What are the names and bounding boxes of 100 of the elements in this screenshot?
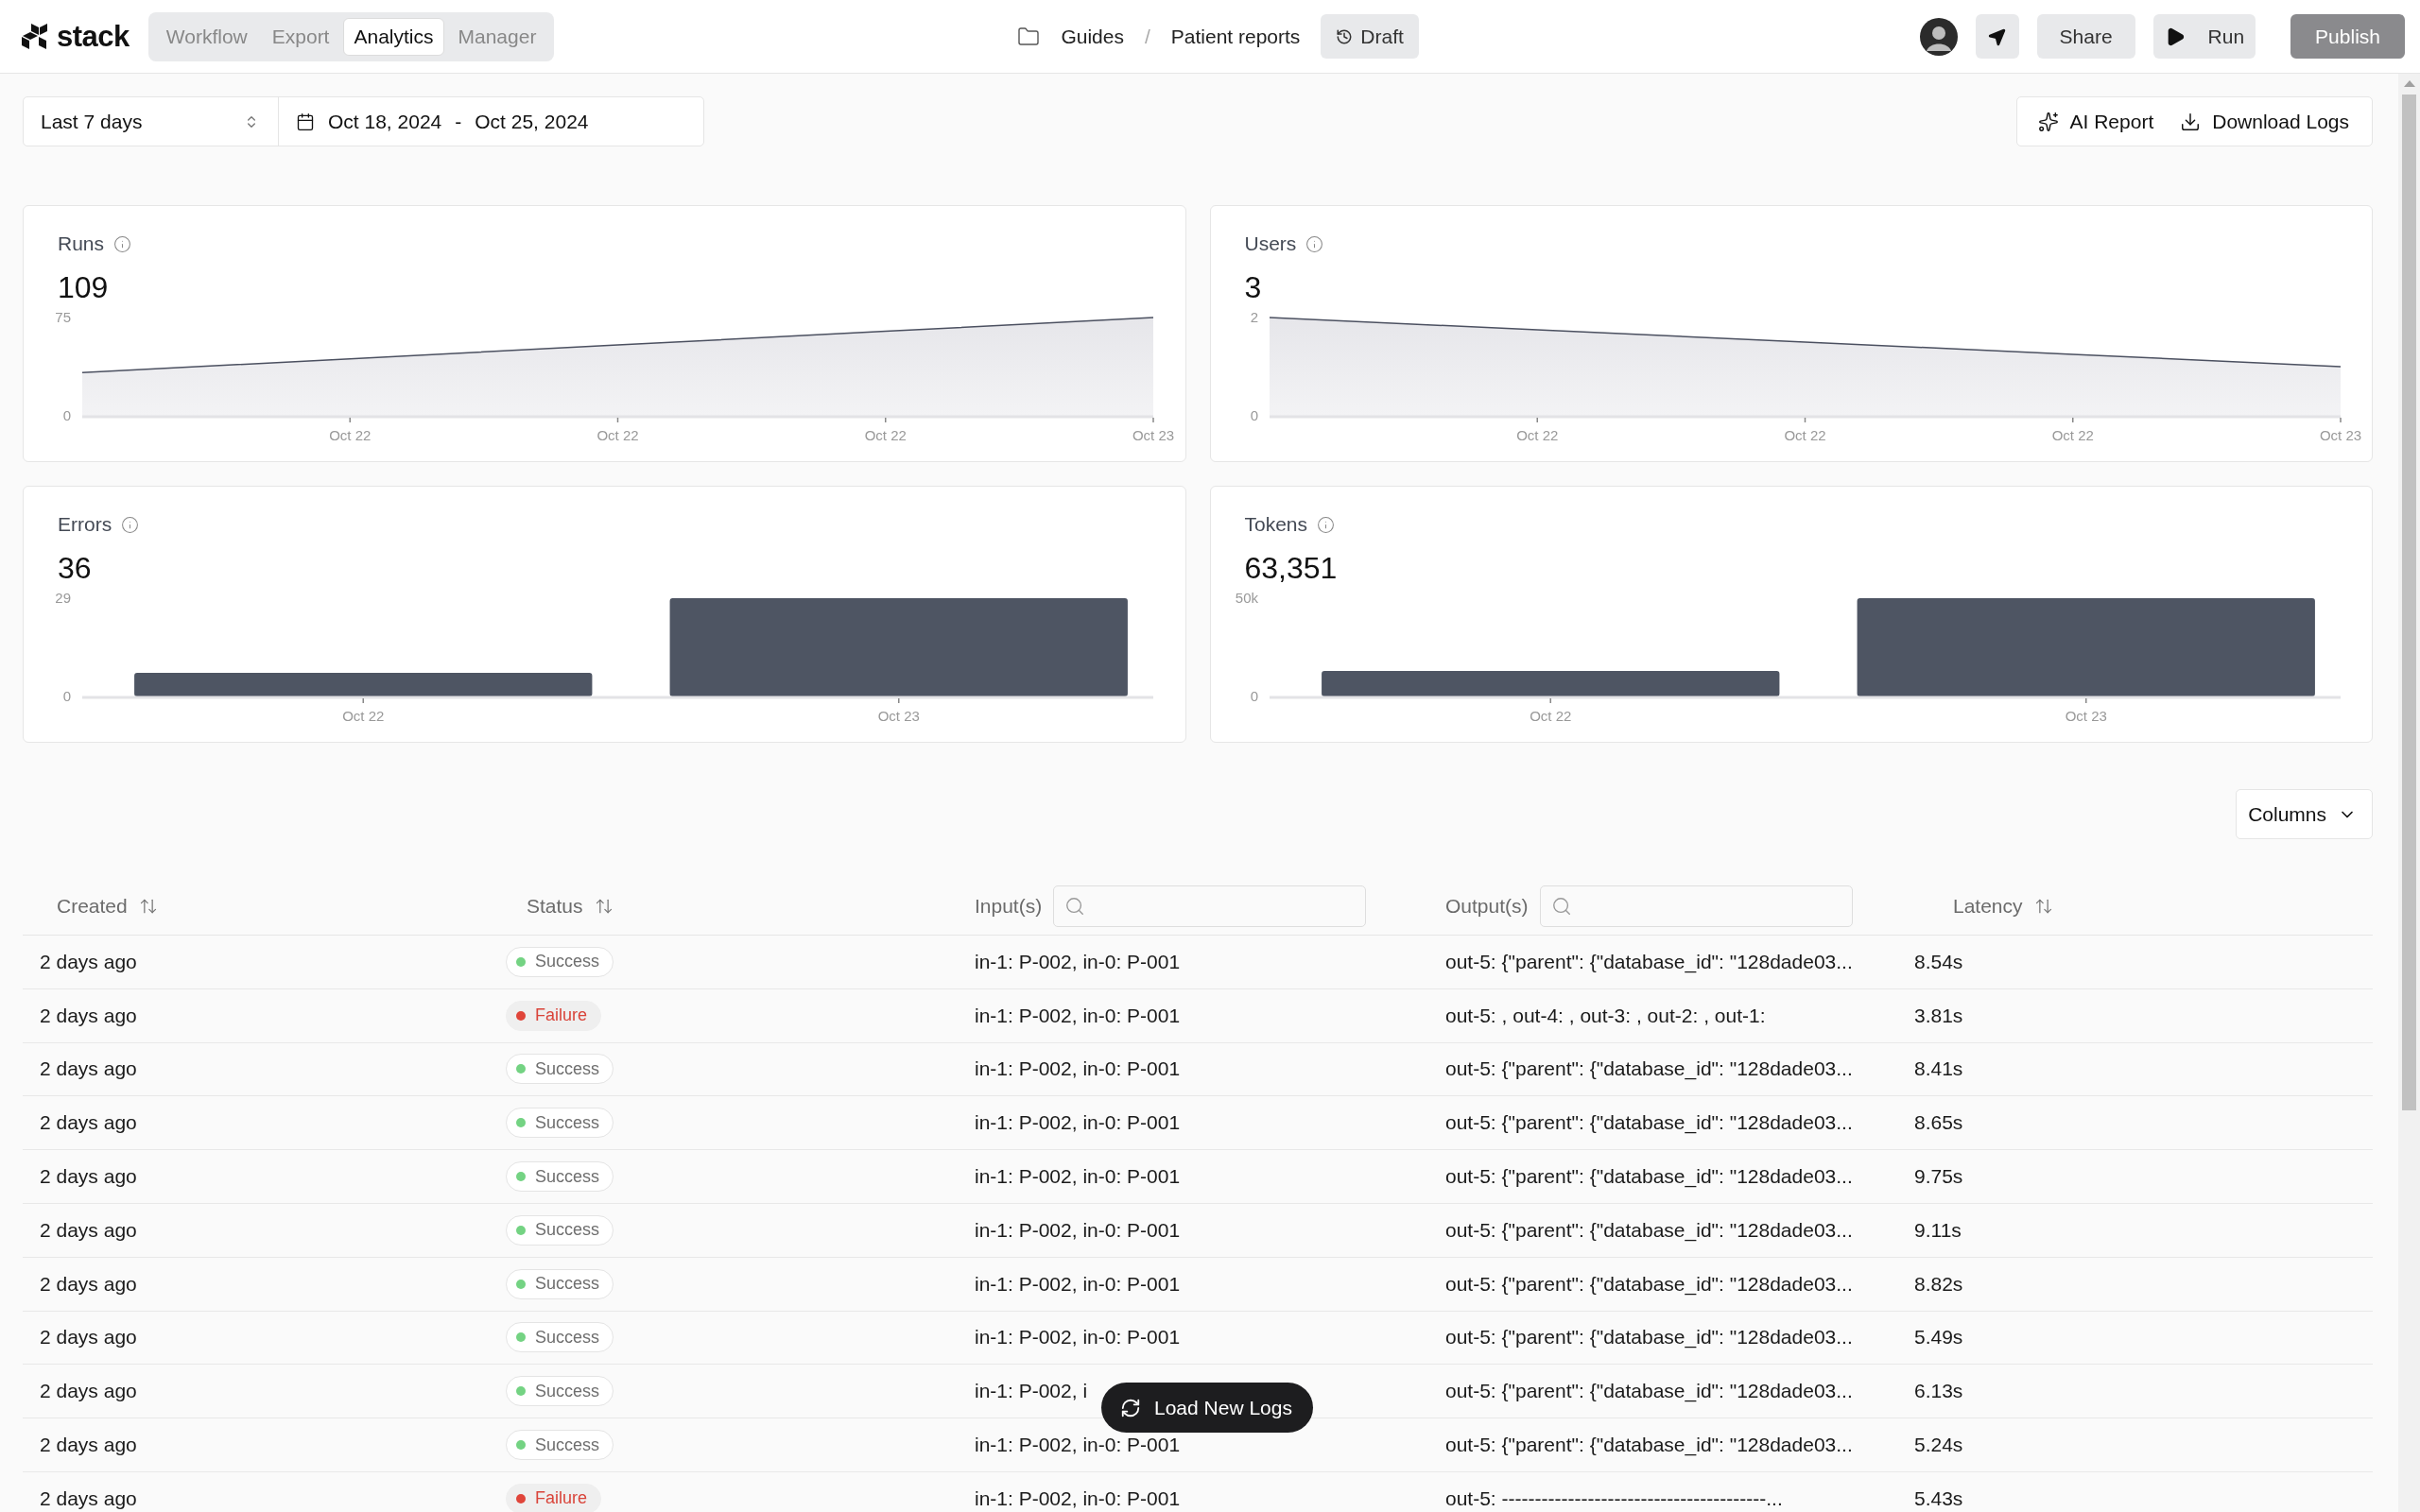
column-header[interactable]: Status bbox=[527, 894, 583, 918]
table-cell-text: out-5: {"parent": {"database_id": "128dade03... bbox=[1444, 950, 1853, 973]
info-icon[interactable] bbox=[121, 515, 140, 534]
column-header[interactable]: Created bbox=[57, 894, 128, 918]
info-icon[interactable] bbox=[113, 234, 132, 253]
breadcrumb-item[interactable]: Guides bbox=[1061, 25, 1124, 48]
share-button[interactable]: Share bbox=[2036, 14, 2135, 59]
table-cell: 5.24s bbox=[1914, 1434, 1963, 1457]
table-cell-text: 2 days ago bbox=[39, 1326, 137, 1349]
axis-label: Oct 23 bbox=[2319, 427, 2361, 443]
download-logs-button[interactable]: Download Logs bbox=[2167, 97, 2372, 146]
axis-label: Oct 22 bbox=[1529, 708, 1571, 724]
axis-label: Oct 23 bbox=[877, 708, 920, 724]
table-cell: 8.82s bbox=[1914, 1272, 1963, 1296]
axis-label: 0 bbox=[62, 407, 71, 423]
axis-label: 50k bbox=[1235, 591, 1258, 606]
metric-value: 63,351 bbox=[1243, 550, 1338, 587]
table-cell-text: out-5: , out-4: , out-3: , out-2: , out-1: bbox=[1444, 1004, 1766, 1027]
axis-label: Oct 22 bbox=[596, 427, 639, 443]
status-badge: Success bbox=[506, 1322, 614, 1353]
metric-title: Users bbox=[1244, 232, 1297, 255]
nav-tab[interactable]: Analytics bbox=[343, 17, 444, 56]
axis-label: Oct 22 bbox=[864, 427, 907, 443]
status-badge: Success bbox=[506, 1108, 614, 1139]
table-cell: 6.13s bbox=[1914, 1380, 1963, 1403]
calendar-icon bbox=[296, 112, 315, 131]
axis-label: Oct 22 bbox=[329, 427, 372, 443]
logo-text: stack bbox=[57, 19, 130, 54]
table-cell-text: in-1: P-002, in-0: P-001 bbox=[974, 1486, 1181, 1510]
status-badge: Success bbox=[506, 1214, 614, 1246]
table-cell-text: in-1: P-002, in-0: P-001 bbox=[974, 1272, 1181, 1296]
breadcrumb-separator: / bbox=[1144, 25, 1150, 48]
search-field[interactable] bbox=[1539, 885, 1853, 927]
table-cell-text: 2 days ago bbox=[39, 1434, 137, 1457]
table-cell-text: in-1: P-002, in-0: P-001 bbox=[974, 1326, 1181, 1349]
ai-report-button[interactable]: AI Report bbox=[2016, 97, 2168, 146]
table-cell-text: out-5: {"parent": {"database_id": "128dade03... bbox=[1444, 1057, 1853, 1081]
info-icon[interactable] bbox=[1317, 515, 1336, 534]
table-cell: 3.81s bbox=[1914, 1004, 1963, 1027]
table-cell-text: 2 days ago bbox=[39, 1111, 137, 1135]
status-badge: Success bbox=[506, 1430, 614, 1461]
table-cell-text: out-5: {"parent": {"database_id": "128dade03... bbox=[1444, 1326, 1853, 1349]
date-range-picker[interactable]: Oct 18, 2024 - Oct 25, 2024 bbox=[279, 97, 703, 146]
status-badge: Success bbox=[506, 1376, 614, 1407]
status-badge: Success bbox=[506, 946, 614, 977]
table-cell-text: out-5: {"parent": {"database_id": "128dade03... bbox=[1444, 1434, 1853, 1457]
sparkles-icon bbox=[2037, 111, 2059, 132]
table-cell-text: 2 days ago bbox=[39, 1057, 137, 1081]
table-cell-text: out-5: ----------------------------------------... bbox=[1444, 1486, 1783, 1510]
metric-value: 109 bbox=[57, 269, 109, 306]
axis-label: Oct 22 bbox=[2051, 427, 2094, 443]
load-new-logs-button[interactable]: Load New Logs bbox=[1101, 1383, 1313, 1433]
status-badge: Success bbox=[506, 1054, 614, 1085]
axis-label: 75 bbox=[55, 310, 71, 325]
axis-label: 29 bbox=[55, 591, 71, 606]
status-badge: Success bbox=[506, 1268, 614, 1299]
table-cell: 5.43s bbox=[1914, 1486, 1963, 1510]
status-badge: Success bbox=[506, 1161, 614, 1193]
axis-label: Oct 22 bbox=[342, 708, 385, 724]
table-cell-text: in-1: P-002, in-0: P-001 bbox=[974, 950, 1181, 973]
history-icon bbox=[1336, 27, 1354, 45]
table-cell: 5.49s bbox=[1914, 1326, 1963, 1349]
range-select[interactable]: Last 7 days bbox=[24, 97, 279, 146]
scrollbar[interactable] bbox=[2398, 74, 2420, 1512]
metric-title: Tokens bbox=[1244, 513, 1308, 536]
axis-label: Oct 22 bbox=[1783, 427, 1826, 443]
cursor-button[interactable] bbox=[1975, 14, 2019, 59]
table-cell-text: in-1: P-002, in-0: P-001 bbox=[974, 1004, 1181, 1027]
axis-label: 2 bbox=[1250, 310, 1258, 325]
table-cell-text: in-1: P-002, in-0: P-001 bbox=[974, 1165, 1181, 1189]
draft-button[interactable]: Draft bbox=[1321, 14, 1419, 59]
table-cell-text: out-5: {"parent": {"database_id": "128dade03... bbox=[1444, 1272, 1853, 1296]
table-cell-text: in-1: P-002, i bbox=[974, 1380, 1088, 1403]
refresh-icon bbox=[1120, 1397, 1141, 1418]
metric-title: Runs bbox=[58, 232, 105, 255]
columns-button[interactable]: Columns bbox=[2236, 789, 2373, 839]
download-icon bbox=[2180, 111, 2202, 132]
axis-label: Oct 22 bbox=[1515, 427, 1558, 443]
table-cell: 8.41s bbox=[1914, 1057, 1963, 1081]
axis-label: 0 bbox=[1250, 407, 1258, 423]
table-cell-text: out-5: {"parent": {"database_id": "128dade03... bbox=[1444, 1218, 1853, 1242]
table-cell-text: 2 days ago bbox=[39, 1272, 137, 1296]
metric-value: 36 bbox=[57, 550, 92, 587]
table-cell: 8.65s bbox=[1914, 1111, 1963, 1135]
table-cell-text: out-5: {"parent": {"database_id": "128dade03... bbox=[1444, 1380, 1853, 1403]
column-header[interactable]: Latency bbox=[1953, 894, 2023, 918]
info-icon[interactable] bbox=[1305, 234, 1324, 253]
run-button[interactable]: Run bbox=[2152, 14, 2256, 59]
folder-icon bbox=[1017, 25, 1041, 48]
axis-label: Oct 23 bbox=[1132, 427, 1175, 443]
avatar-icon[interactable] bbox=[1919, 17, 1958, 56]
metric-title: Errors bbox=[58, 513, 112, 536]
breadcrumb-item[interactable]: Patient reports bbox=[1170, 25, 1301, 48]
status-badge: Failure bbox=[506, 1483, 602, 1512]
table-cell-text: 2 days ago bbox=[39, 1486, 137, 1510]
table-cell-text: out-5: {"parent": {"database_id": "128dade03... bbox=[1444, 1111, 1853, 1135]
axis-label: 0 bbox=[62, 688, 71, 704]
search-field[interactable] bbox=[1053, 885, 1367, 927]
table-cell: 9.75s bbox=[1914, 1165, 1963, 1189]
table-cell-text: 2 days ago bbox=[39, 950, 137, 973]
